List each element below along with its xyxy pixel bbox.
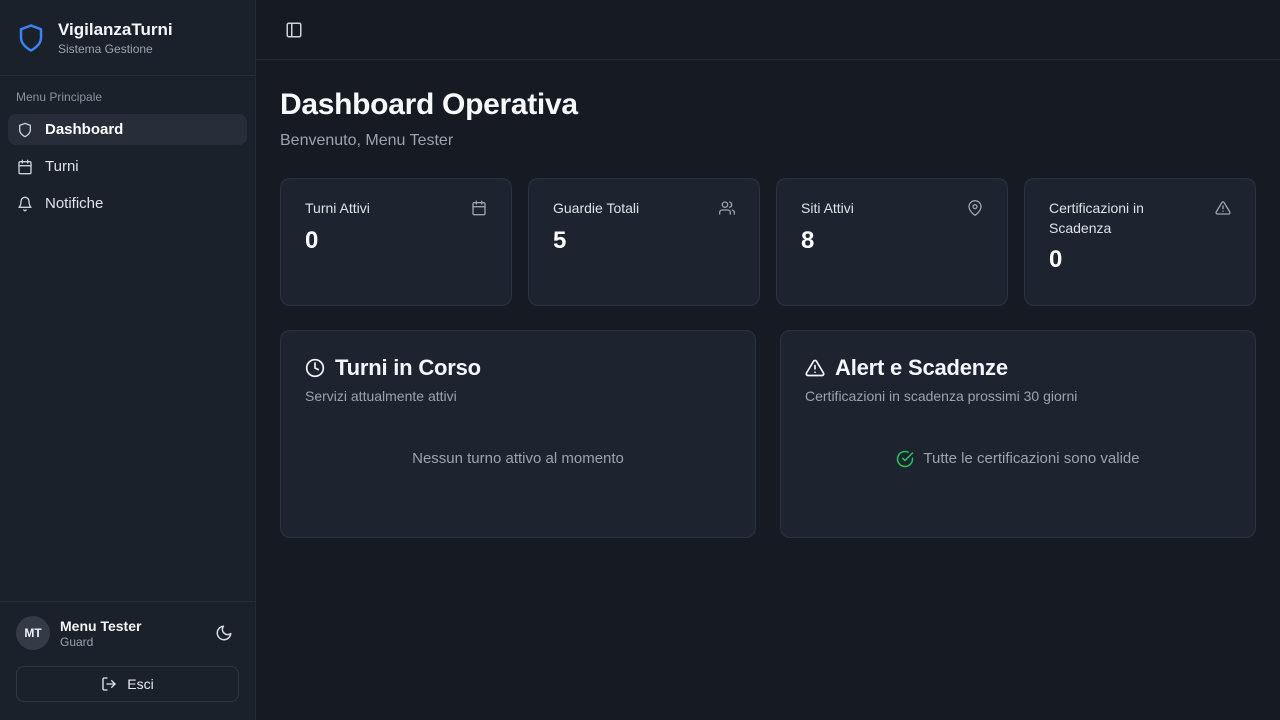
- stat-label: Certificazioni in Scadenza: [1049, 199, 1199, 238]
- stat-value: 8: [801, 227, 983, 255]
- stat-label: Guardie Totali: [553, 199, 639, 219]
- panel-title: Turni in Corso: [335, 355, 481, 381]
- topbar: [256, 0, 1280, 60]
- calendar-icon: [471, 200, 487, 216]
- sidebar-item-label: Notifiche: [45, 195, 103, 212]
- sidebar-spacer: [0, 233, 255, 601]
- sidebar-toggle-button[interactable]: [280, 16, 308, 44]
- page-subtitle: Benvenuto, Menu Tester: [280, 132, 1256, 150]
- sidebar-item-dashboard[interactable]: Dashboard: [8, 114, 247, 145]
- panel-turni-in-corso: Turni in Corso Servizi attualmente attiv…: [280, 330, 756, 538]
- shield-logo-icon: [16, 23, 46, 53]
- sidebar-item-label: Dashboard: [45, 121, 123, 138]
- stat-card-siti-attivi: Siti Attivi 8: [776, 178, 1008, 306]
- sidebar-item-turni[interactable]: Turni: [8, 151, 247, 182]
- shield-icon: [17, 122, 33, 138]
- logout-button[interactable]: Esci: [16, 666, 239, 702]
- nav-section-label: Menu Principale: [8, 90, 247, 104]
- stat-card-guardie-totali: Guardie Totali 5: [528, 178, 760, 306]
- sidebar-item-notifiche[interactable]: Notifiche: [8, 188, 247, 219]
- app-brand: VigilanzaTurni Sistema Gestione: [0, 0, 255, 76]
- panel-alert-scadenze: Alert e Scadenze Certificazioni in scade…: [780, 330, 1256, 538]
- stat-value: 0: [1049, 246, 1231, 274]
- user-name: Menu Tester: [60, 617, 141, 635]
- alert-triangle-icon: [805, 358, 825, 378]
- panels-grid: Turni in Corso Servizi attualmente attiv…: [280, 330, 1256, 538]
- check-circle-icon: [896, 450, 914, 468]
- sidebar-item-label: Turni: [45, 158, 79, 175]
- empty-state-message: Nessun turno attivo al momento: [412, 450, 624, 467]
- panel-title: Alert e Scadenze: [835, 355, 1008, 381]
- moon-icon: [215, 624, 233, 642]
- stat-label: Turni Attivi: [305, 199, 370, 219]
- page-title: Dashboard Operativa: [280, 88, 1256, 122]
- calendar-icon: [17, 159, 33, 175]
- stat-card-turni-attivi: Turni Attivi 0: [280, 178, 512, 306]
- map-pin-icon: [967, 200, 983, 216]
- stat-label: Siti Attivi: [801, 199, 854, 219]
- panel-subtitle: Servizi attualmente attivi: [305, 388, 731, 404]
- stat-card-certificazioni: Certificazioni in Scadenza 0: [1024, 178, 1256, 306]
- main-area: Dashboard Operativa Benvenuto, Menu Test…: [256, 0, 1280, 720]
- stats-grid: Turni Attivi 0 Guardie Totali 5: [280, 178, 1256, 306]
- app-subtitle: Sistema Gestione: [58, 42, 173, 56]
- avatar: MT: [16, 616, 50, 650]
- stat-value: 5: [553, 227, 735, 255]
- theme-toggle-button[interactable]: [209, 618, 239, 648]
- alert-triangle-icon: [1215, 200, 1231, 216]
- sidebar: VigilanzaTurni Sistema Gestione Menu Pri…: [0, 0, 256, 720]
- user-role: Guard: [60, 635, 141, 649]
- logout-label: Esci: [127, 676, 153, 692]
- panel-subtitle: Certificazioni in scadenza prossimi 30 g…: [805, 388, 1231, 404]
- user-section: MT Menu Tester Guard Esci: [0, 601, 255, 720]
- bell-icon: [17, 196, 33, 212]
- users-icon: [719, 200, 735, 216]
- stat-value: 0: [305, 227, 487, 255]
- content: Dashboard Operativa Benvenuto, Menu Test…: [256, 60, 1280, 562]
- panel-left-icon: [285, 21, 303, 39]
- empty-state-message: Tutte le certificazioni sono valide: [923, 450, 1139, 467]
- logout-icon: [101, 676, 117, 692]
- clock-icon: [305, 358, 325, 378]
- main-nav: Menu Principale Dashboard Turni Notifich…: [0, 76, 255, 233]
- app-title: VigilanzaTurni: [58, 19, 173, 40]
